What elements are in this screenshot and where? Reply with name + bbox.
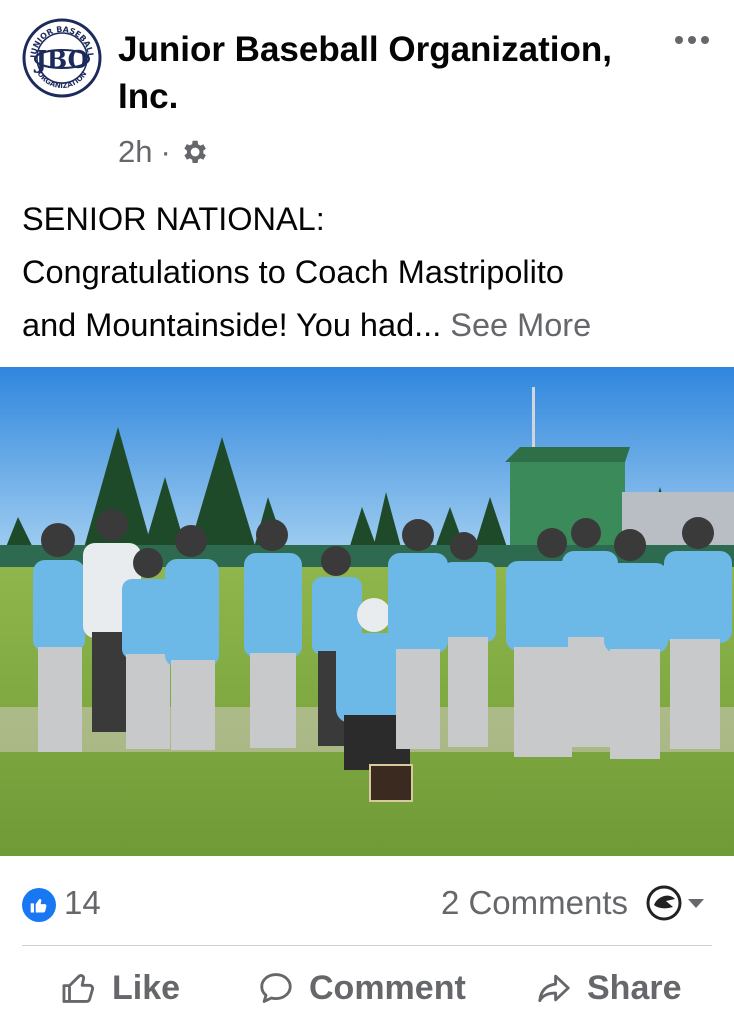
meta-separator: · <box>160 134 171 169</box>
post-header: JUNIOR BASEBALL ORGANIZATION JBO Junior … <box>0 0 734 190</box>
share-button[interactable]: Share <box>535 955 682 1021</box>
see-more-link[interactable]: See More <box>450 307 591 343</box>
page-name[interactable]: Junior Baseball Organization, Inc. <box>118 26 658 120</box>
post-text-line-1: SENIOR NATIONAL: <box>22 201 325 237</box>
post-text-line-2: Congratulations to Coach Mastripolito <box>22 254 564 290</box>
like-label: Like <box>112 968 181 1007</box>
thumbs-up-icon <box>62 974 94 1003</box>
page-avatar[interactable]: JUNIOR BASEBALL ORGANIZATION JBO <box>22 18 102 98</box>
post-text: SENIOR NATIONAL: Congratulations to Coac… <box>22 193 722 352</box>
chevron-down-icon[interactable] <box>688 899 704 908</box>
like-reaction-icon[interactable] <box>22 888 56 922</box>
more-dots-icon <box>675 36 709 44</box>
reactions-count[interactable]: 14 <box>64 884 101 922</box>
like-button[interactable]: Like <box>60 955 180 1021</box>
gear-icon <box>179 137 209 167</box>
comment-icon <box>260 973 292 1003</box>
post-meta: 2h · <box>118 134 209 170</box>
post-time[interactable]: 2h <box>118 134 152 170</box>
commenter-avatar-icon[interactable] <box>646 885 682 921</box>
post-photo[interactable] <box>0 367 734 856</box>
post-text-line-3-body: and Mountainside! You had... <box>22 307 442 343</box>
team-photo <box>0 367 734 856</box>
comments-count[interactable]: 2 Comments <box>441 884 628 922</box>
comment-button[interactable]: Comment <box>257 955 466 1021</box>
logo-center-text: JBO <box>34 45 89 74</box>
post-text-line-3: and Mountainside! You had... See More <box>22 299 722 352</box>
post-actions: Like Comment Share <box>0 955 734 1021</box>
share-icon <box>538 974 570 1003</box>
comment-label: Comment <box>309 968 466 1007</box>
divider <box>22 945 712 946</box>
post-stats: 14 2 Comments <box>0 870 734 936</box>
more-options-button[interactable] <box>672 22 712 58</box>
share-label: Share <box>587 968 682 1007</box>
